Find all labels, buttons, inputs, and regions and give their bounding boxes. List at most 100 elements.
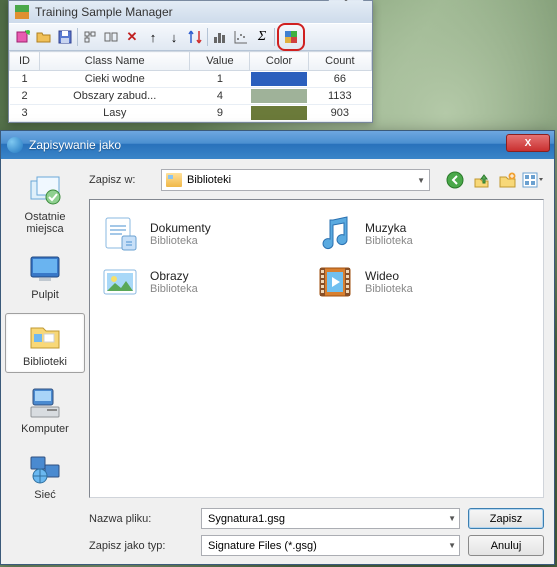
tsm-table: ID Class Name Value Color Count 1 Cieki … (9, 51, 372, 122)
table-row[interactable]: 1 Cieki wodne 1 66 (10, 71, 372, 88)
chevron-down-icon: ▼ (417, 176, 425, 185)
move-up-icon[interactable]: ↑ (143, 27, 163, 47)
videos-icon (315, 262, 355, 302)
col-id[interactable]: ID (10, 52, 40, 71)
table-row[interactable]: 3 Lasy 9 903 (10, 105, 372, 122)
tsm-toolbar: ✕ ↑ ↓ Σ (9, 23, 372, 51)
color-swatch (251, 72, 307, 86)
create-signature-file-icon[interactable] (281, 27, 301, 47)
cell-count: 1133 (308, 88, 371, 105)
library-item-videos[interactable]: Wideo Biblioteka (315, 262, 530, 302)
sidebar-item-recent[interactable]: Ostatnie miejsca (5, 169, 85, 239)
cell-count: 66 (308, 71, 371, 88)
library-item-documents[interactable]: Dokumenty Biblioteka (100, 214, 315, 254)
filetype-combo[interactable]: Signature Files (*.gsg) ▼ (201, 535, 460, 556)
scatterplot-icon[interactable] (231, 27, 251, 47)
close-button[interactable]: X (506, 134, 550, 152)
library-subtitle: Biblioteka (150, 283, 198, 295)
merge-icon[interactable] (80, 27, 100, 47)
library-subtitle: Biblioteka (365, 283, 413, 295)
create-signature-file-highlight (277, 23, 305, 51)
computer-icon (27, 385, 63, 421)
sidebar-item-label: Komputer (21, 423, 69, 435)
tsm-titlebar[interactable]: Training Sample Manager (9, 1, 372, 23)
cell-id: 1 (10, 71, 40, 88)
places-sidebar: Ostatnie miejsca Pulpit Biblioteki Kompu… (1, 159, 89, 564)
library-item-music[interactable]: Muzyka Biblioteka (315, 214, 530, 254)
cell-class: Cieki wodne (40, 71, 190, 88)
sidebar-item-network[interactable]: Sieć (5, 447, 85, 505)
statistics-icon[interactable]: Σ (252, 27, 272, 47)
music-icon (315, 214, 355, 254)
cell-color[interactable] (250, 88, 308, 105)
save-as-dialog: Zapisywanie jako X Ostatnie miejsca Pulp… (0, 130, 555, 565)
new-folder-button[interactable] (496, 169, 518, 191)
cell-class: Lasy (40, 105, 190, 122)
save-button[interactable]: Zapisz (468, 508, 544, 529)
filetype-label: Zapisz jako typ: (89, 540, 193, 552)
col-count[interactable]: Count (308, 52, 371, 71)
cell-class: Obszary zabud... (40, 88, 190, 105)
up-button[interactable] (470, 169, 492, 191)
filetype-value: Signature Files (*.gsg) (208, 540, 317, 552)
saveas-titlebar[interactable]: Zapisywanie jako X (1, 131, 554, 159)
sidebar-item-label: Biblioteki (23, 356, 67, 368)
histogram-icon[interactable] (210, 27, 230, 47)
back-button[interactable] (444, 169, 466, 191)
sidebar-item-desktop[interactable]: Pulpit (5, 247, 85, 305)
cell-count: 903 (308, 105, 371, 122)
filename-field[interactable]: Sygnatura1.gsg ▼ (201, 508, 460, 529)
library-subtitle: Biblioteka (365, 235, 413, 247)
file-list-pane[interactable]: Dokumenty Biblioteka Muzyka Biblioteka O… (89, 199, 544, 498)
sidebar-item-libraries[interactable]: Biblioteki (5, 313, 85, 373)
sidebar-item-label: Sieć (34, 489, 55, 501)
new-sample-icon[interactable] (13, 27, 33, 47)
cell-color[interactable] (250, 71, 308, 88)
cell-value: 9 (190, 105, 250, 122)
library-subtitle: Biblioteka (150, 235, 211, 247)
libraries-icon (27, 318, 63, 354)
library-name: Wideo (365, 269, 413, 283)
sidebar-item-label: Pulpit (31, 289, 59, 301)
library-item-pictures[interactable]: Obrazy Biblioteka (100, 262, 315, 302)
tsm-title-text: Training Sample Manager (35, 5, 173, 19)
library-name: Obrazy (150, 269, 198, 283)
cancel-button[interactable]: Anuluj (468, 535, 544, 556)
col-class[interactable]: Class Name (40, 52, 190, 71)
desktop-icon (27, 251, 63, 287)
color-swatch (251, 89, 307, 103)
col-value[interactable]: Value (190, 52, 250, 71)
chevron-down-icon: ▼ (448, 541, 456, 550)
sidebar-item-computer[interactable]: Komputer (5, 381, 85, 439)
view-menu-button[interactable] (522, 169, 544, 191)
documents-icon (100, 214, 140, 254)
lookin-combo[interactable]: Biblioteki ▼ (161, 169, 430, 191)
reset-order-icon[interactable] (185, 27, 205, 47)
delete-icon[interactable]: ✕ (122, 27, 142, 47)
tsm-app-icon (15, 5, 29, 19)
saveas-title-text: Zapisywanie jako (29, 138, 121, 152)
open-icon[interactable] (34, 27, 54, 47)
cell-value: 1 (190, 71, 250, 88)
split-icon[interactable] (101, 27, 121, 47)
chevron-down-icon: ▼ (448, 514, 456, 523)
pictures-icon (100, 262, 140, 302)
col-color[interactable]: Color (250, 52, 308, 71)
move-down-icon[interactable]: ↓ (164, 27, 184, 47)
save-icon[interactable] (55, 27, 75, 47)
cell-color[interactable] (250, 105, 308, 122)
table-row[interactable]: 2 Obszary zabud... 4 1133 (10, 88, 372, 105)
color-swatch (251, 106, 307, 120)
globe-icon (7, 137, 23, 153)
library-name: Muzyka (365, 221, 413, 235)
libraries-icon (166, 173, 182, 187)
lookin-label: Zapisz w: (89, 174, 153, 186)
sidebar-item-label: Ostatnie miejsca (7, 211, 83, 235)
filename-value: Sygnatura1.gsg (208, 513, 285, 525)
training-sample-manager-window: × Training Sample Manager ✕ ↑ ↓ Σ ID Cla… (8, 0, 373, 123)
cell-id: 2 (10, 88, 40, 105)
filename-label: Nazwa pliku: (89, 513, 193, 525)
cell-value: 4 (190, 88, 250, 105)
cell-id: 3 (10, 105, 40, 122)
network-icon (27, 451, 63, 487)
